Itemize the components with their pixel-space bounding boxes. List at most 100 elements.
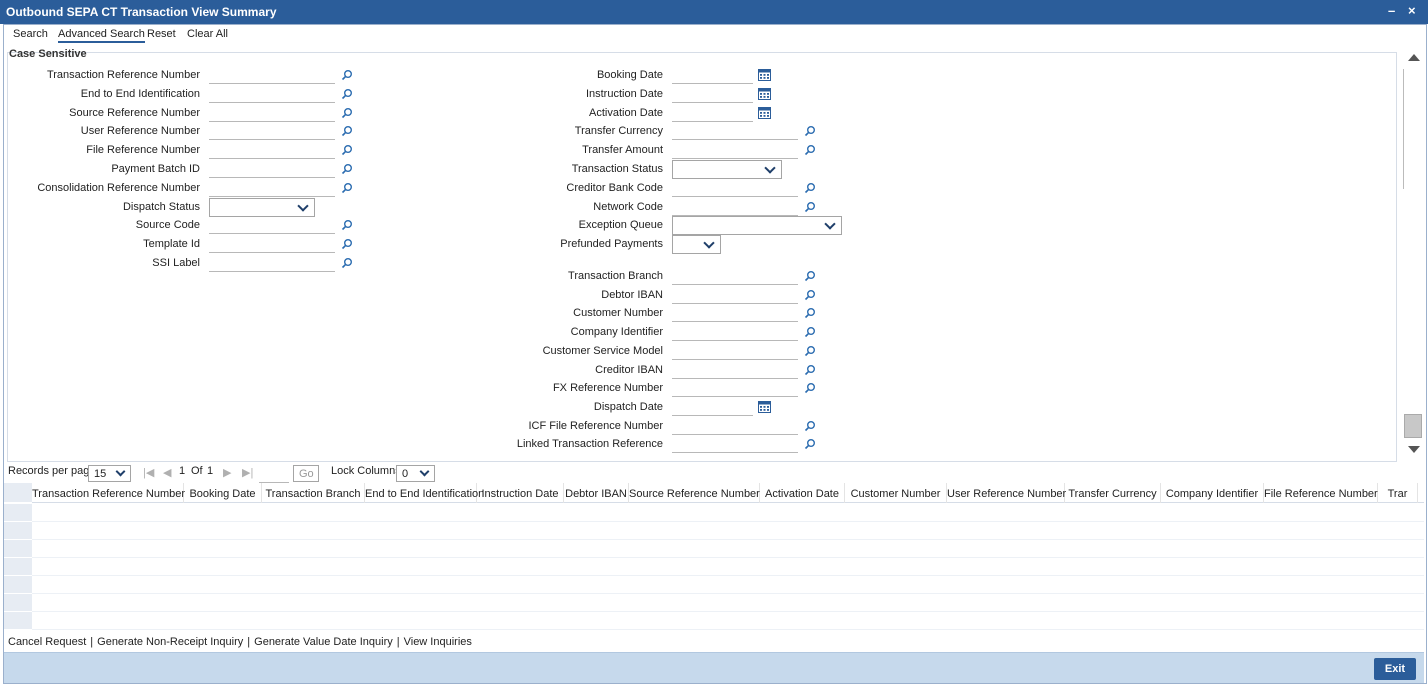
column-header-file-reference-number[interactable]: File Reference Number	[1264, 483, 1378, 503]
search-icon[interactable]	[804, 125, 816, 137]
scroll-up-icon[interactable]	[1408, 54, 1420, 61]
column-header-transfer-currency[interactable]: Transfer Currency	[1065, 483, 1161, 503]
end-to-end-identification-input[interactable]	[209, 85, 335, 103]
exception-queue-select[interactable]	[672, 216, 842, 236]
search-icon[interactable]	[804, 307, 816, 319]
row-select-cell[interactable]	[4, 540, 32, 558]
file-reference-number-input[interactable]	[209, 141, 335, 160]
search-icon[interactable]	[341, 88, 353, 100]
column-header-customer-number[interactable]: Customer Number	[845, 483, 947, 503]
column-header-debtor-iban[interactable]: Debtor IBAN	[564, 483, 629, 503]
calendar-icon[interactable]	[758, 400, 771, 413]
next-page-icon[interactable]: ▶	[223, 466, 231, 479]
search-icon[interactable]	[804, 144, 816, 156]
customer-number-input[interactable]	[672, 304, 798, 323]
generate-non-receipt-inquiry-link[interactable]: Generate Non-Receipt Inquiry	[97, 636, 243, 648]
network-code-input[interactable]	[672, 198, 798, 216]
tab-search[interactable]: Search	[13, 28, 48, 40]
records-per-page-select[interactable]: 15	[88, 465, 131, 482]
search-icon[interactable]	[804, 382, 816, 394]
table-row[interactable]	[32, 558, 1424, 576]
search-icon[interactable]	[341, 125, 353, 137]
search-icon[interactable]	[341, 69, 353, 81]
last-page-icon[interactable]: ▶|	[242, 466, 253, 479]
creditor-bank-code-input[interactable]	[672, 179, 798, 197]
payment-batch-id-input[interactable]	[209, 160, 335, 178]
transaction-status-select[interactable]	[672, 160, 782, 179]
dispatch-status-select[interactable]	[209, 197, 315, 217]
row-select-cell[interactable]	[4, 522, 32, 540]
row-select-cell[interactable]	[4, 612, 32, 630]
close-icon[interactable]: ×	[1408, 3, 1416, 18]
column-header-user-reference-number[interactable]: User Reference Number	[947, 483, 1066, 503]
column-header-end-to-end-identification[interactable]: End to End Identification	[365, 483, 484, 503]
search-icon[interactable]	[341, 238, 353, 250]
search-icon[interactable]	[804, 420, 816, 432]
page-number-input[interactable]	[259, 465, 289, 483]
search-icon[interactable]	[341, 144, 353, 156]
fx-reference-number-input[interactable]	[672, 379, 798, 398]
row-select-cell[interactable]	[4, 504, 32, 522]
row-select-cell[interactable]	[4, 594, 32, 612]
column-header-activation-date[interactable]: Activation Date	[760, 483, 845, 503]
customer-service-model-input[interactable]	[672, 342, 798, 360]
previous-page-icon[interactable]: ◀	[163, 466, 171, 479]
activation-date-input[interactable]	[672, 104, 753, 122]
table-row[interactable]	[32, 504, 1424, 522]
search-icon[interactable]	[804, 364, 816, 376]
search-icon[interactable]	[804, 182, 816, 194]
search-icon[interactable]	[804, 345, 816, 357]
first-page-icon[interactable]: |◀	[143, 466, 154, 479]
column-header-trar[interactable]: Trar	[1378, 483, 1418, 503]
column-header-instruction-date[interactable]: Instruction Date	[477, 483, 564, 503]
user-reference-number-input[interactable]	[209, 122, 335, 141]
table-row[interactable]	[32, 540, 1424, 558]
linked-transaction-reference-input[interactable]	[672, 435, 798, 454]
transaction-branch-input[interactable]	[672, 267, 798, 285]
creditor-iban-input[interactable]	[672, 361, 798, 379]
cancel-request-link[interactable]: Cancel Request	[8, 636, 86, 648]
tab-reset[interactable]: Reset	[147, 28, 176, 40]
instruction-date-input[interactable]	[672, 85, 753, 103]
column-header-source-reference-number[interactable]: Source Reference Number	[629, 483, 760, 503]
search-icon[interactable]	[341, 219, 353, 231]
search-icon[interactable]	[341, 163, 353, 175]
column-header-company-identifier[interactable]: Company Identifier	[1161, 483, 1264, 503]
column-header-transaction-branch[interactable]: Transaction Branch	[262, 483, 365, 503]
search-icon[interactable]	[804, 438, 816, 450]
search-icon[interactable]	[804, 326, 816, 338]
company-identifier-input[interactable]	[672, 323, 798, 342]
table-row[interactable]	[32, 594, 1424, 612]
search-icon[interactable]	[804, 201, 816, 213]
table-row[interactable]	[32, 612, 1424, 630]
ssi-label-input[interactable]	[209, 254, 335, 272]
go-button[interactable]: Go	[293, 465, 319, 482]
prefunded-payments-select[interactable]	[672, 235, 721, 255]
transfer-amount-input[interactable]	[672, 141, 798, 160]
column-header-booking-date[interactable]: Booking Date	[184, 483, 262, 503]
transaction-reference-number-input[interactable]	[209, 66, 335, 84]
scroll-down-icon[interactable]	[1408, 446, 1420, 453]
column-header-transaction-reference-number[interactable]: Transaction Reference Number	[32, 483, 185, 503]
debtor-iban-input[interactable]	[672, 286, 798, 304]
table-row[interactable]	[32, 522, 1424, 540]
calendar-icon[interactable]	[758, 69, 771, 81]
transfer-currency-input[interactable]	[672, 122, 798, 141]
consolidation-reference-number-input[interactable]	[209, 179, 335, 197]
exit-button[interactable]: Exit	[1374, 658, 1416, 680]
lock-columns-select[interactable]: 0	[396, 465, 435, 482]
table-row[interactable]	[32, 576, 1424, 594]
row-select-cell[interactable]	[4, 576, 32, 594]
select-all-cell[interactable]	[4, 483, 32, 503]
calendar-icon[interactable]	[758, 106, 771, 119]
icf-file-reference-number-input[interactable]	[672, 417, 798, 435]
vertical-scrollbar[interactable]	[1403, 52, 1423, 460]
source-code-input[interactable]	[209, 216, 335, 235]
dispatch-date-input[interactable]	[672, 398, 753, 416]
tab-advanced-search[interactable]: Advanced Search	[58, 28, 145, 43]
calendar-icon[interactable]	[758, 87, 771, 100]
generate-value-date-inquiry-link[interactable]: Generate Value Date Inquiry	[254, 636, 393, 648]
search-icon[interactable]	[804, 270, 816, 282]
booking-date-input[interactable]	[672, 66, 753, 84]
search-icon[interactable]	[341, 257, 353, 269]
